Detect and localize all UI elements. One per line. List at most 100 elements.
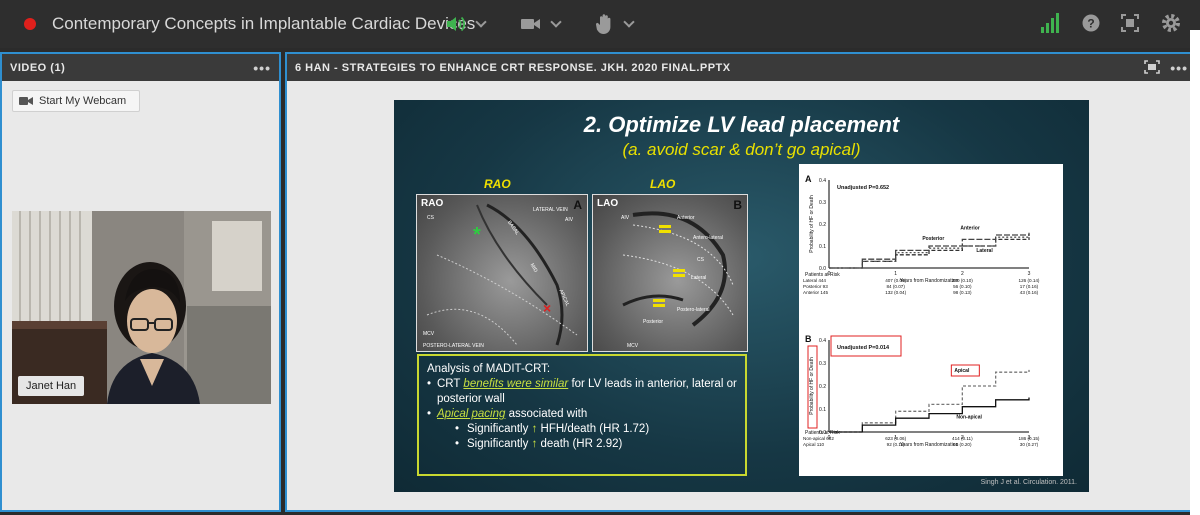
risk-table-row-label: Anterior 145 bbox=[803, 290, 828, 295]
camera-control[interactable] bbox=[520, 12, 562, 36]
slide-title: 2. Optimize LV lead placement bbox=[583, 112, 900, 137]
analysis-sub-bullet-2: Significantly ↑ death (HR 2.92) bbox=[427, 437, 737, 452]
chart-x-axis-label: Years from Randomization bbox=[900, 278, 959, 284]
video-pod-header: VIDEO (1) ••• bbox=[2, 54, 279, 81]
analysis-text: Significantly bbox=[467, 438, 532, 450]
xray-panel-rao: * × RAO A CS BASAL LATERAL VEIN AIV MID … bbox=[416, 194, 588, 352]
speaker-icon bbox=[447, 16, 466, 32]
top-bar: Contemporary Concepts in Implantable Car… bbox=[0, 0, 1200, 48]
chart-series-label: Lateral bbox=[976, 248, 993, 254]
chart-series-line bbox=[829, 397, 1030, 433]
chart-y-tick-label: 0.2 bbox=[819, 222, 826, 228]
audio-control[interactable] bbox=[445, 12, 487, 36]
xray-rao-label: AIV bbox=[565, 217, 574, 223]
risk-table-cell: 17 (0.16) bbox=[1020, 284, 1039, 289]
risk-table-cell: 84 (0.07) bbox=[886, 284, 905, 289]
settings-gear-icon[interactable] bbox=[1161, 13, 1181, 33]
lao-heading: LAO bbox=[650, 177, 676, 191]
chart-x-tick-label: 2 bbox=[961, 271, 964, 277]
chart-y-axis-label: Probability of HF or Death bbox=[809, 357, 815, 415]
risk-table-cell: 186 (0.15) bbox=[1019, 436, 1040, 441]
chevron-down-icon bbox=[550, 16, 562, 28]
analysis-bullet-1: CRT benefits were similar for LV leads i… bbox=[427, 377, 737, 407]
chevron-down-icon bbox=[475, 16, 487, 28]
chart-series-line bbox=[829, 369, 1030, 433]
risk-table-row-label: Lateral 444 bbox=[803, 278, 826, 283]
help-icon[interactable]: ? bbox=[1082, 14, 1100, 32]
meeting-title: Contemporary Concepts in Implantable Car… bbox=[52, 14, 476, 33]
xray-rao-image: * × bbox=[426, 203, 578, 346]
webcam-icon bbox=[19, 97, 33, 105]
fullscreen-icon[interactable] bbox=[1121, 14, 1139, 32]
analysis-text: associated with bbox=[505, 408, 588, 420]
xray-panel-a-letter: A bbox=[573, 198, 582, 212]
risk-table-cell: 260 (0.10) bbox=[952, 278, 973, 283]
participant-video: Janet Han bbox=[12, 211, 271, 404]
risk-table-cell: 92 (0.11) bbox=[887, 442, 906, 447]
risk-table-cell: 132 (0.04) bbox=[885, 290, 906, 295]
share-pod-menu-button[interactable]: ••• bbox=[1170, 60, 1188, 76]
risk-table-row-label: Posterior 93 bbox=[803, 284, 828, 289]
connection-strength-icon bbox=[1041, 13, 1059, 33]
risk-table-row-label: Non-apical 682 bbox=[803, 436, 834, 441]
chart-y-tick-label: 0.4 bbox=[819, 178, 826, 184]
xray-rao-tag: RAO bbox=[421, 198, 444, 209]
kaplan-meier-figure: A 0.0 0.1 0.2 0.3 0.4 0 1 2 3 Years from Randomiza… bbox=[799, 164, 1063, 476]
chart-annotation: Unadjusted P=0.014 bbox=[837, 345, 890, 351]
chart-annotation: Unadjusted P=0.652 bbox=[837, 185, 889, 191]
svg-text:×: × bbox=[543, 300, 551, 316]
slide-citation: Singh J et al. Circulation. 2011. bbox=[980, 479, 1077, 486]
risk-table-cell: 30 (0.27) bbox=[1020, 442, 1039, 447]
recording-indicator-icon bbox=[24, 18, 36, 30]
analysis-highlight: benefits were similar bbox=[463, 378, 569, 390]
xray-rao-label: POSTERO-LATERAL VEIN bbox=[423, 343, 484, 349]
fit-width-icon[interactable] bbox=[1144, 60, 1160, 74]
chart-series-label: Apical bbox=[954, 368, 970, 374]
video-pod: VIDEO (1) ••• Start My Webcam Janet Han bbox=[0, 52, 281, 512]
xray-lao-label: Postero-lateral bbox=[677, 307, 710, 313]
risk-table-cell: 414 (0.11) bbox=[952, 436, 973, 441]
camera-icon bbox=[521, 19, 540, 29]
chart-x-tick-label: 1 bbox=[894, 271, 897, 277]
chart-y-axis-label: Probability of HF or Death bbox=[809, 195, 815, 253]
xray-lao-label: Antero-lateral bbox=[693, 235, 724, 241]
kaplan-meier-chart: A0.00.10.20.30.40 1 2 3Years from Randomiza… bbox=[803, 174, 1040, 448]
chart-y-tick-label: 0.1 bbox=[819, 407, 826, 413]
analysis-sub-bullet-1: Significantly ↑ HFH/death (HR 1.72) bbox=[427, 422, 737, 437]
analysis-heading: Analysis of MADIT-CRT: bbox=[427, 363, 551, 375]
risk-table-cell: 98 (0.13) bbox=[953, 290, 972, 295]
risk-table-cell: 43 (0.16) bbox=[1020, 290, 1039, 295]
chart-x-axis-label: Years from Randomization bbox=[900, 442, 959, 448]
risk-table-cell: 61 (0.20) bbox=[953, 442, 972, 447]
video-pod-menu-button[interactable]: ••• bbox=[253, 60, 271, 76]
svg-text:?: ? bbox=[1087, 17, 1094, 31]
chart-y-tick-label: 0.2 bbox=[819, 384, 826, 390]
risk-table-cell: 407 (0.06) bbox=[885, 278, 906, 283]
xray-lao-tag: LAO bbox=[597, 198, 619, 209]
raise-hand-control[interactable] bbox=[595, 12, 635, 36]
svg-text:*: * bbox=[473, 224, 481, 246]
chart-y-tick-label: 0.3 bbox=[819, 200, 826, 206]
rao-heading: RAO bbox=[484, 177, 511, 191]
xray-lao-label: AIV bbox=[621, 215, 630, 221]
chart-y-tick-label: 0.1 bbox=[819, 244, 826, 250]
xray-rao-label: LATERAL VEIN bbox=[533, 207, 568, 213]
start-webcam-button[interactable]: Start My Webcam bbox=[12, 90, 140, 112]
risk-table-cell: 56 (0.10) bbox=[953, 284, 972, 289]
xray-lao-label: Lateral bbox=[691, 275, 707, 281]
risk-table-row-label: Apical 110 bbox=[803, 442, 825, 447]
risk-table-cell: 623 (0.06) bbox=[885, 436, 906, 441]
presentation-slide: 2. Optimize LV lead placement (a. avoid … bbox=[394, 100, 1089, 492]
chart-y-tick-label: 0.4 bbox=[819, 338, 826, 344]
risk-table-cell: 126 (0.14) bbox=[1019, 278, 1040, 283]
chart-x-tick-label: 3 bbox=[1028, 271, 1031, 277]
chart-panel-letter: A bbox=[805, 174, 812, 184]
chart-series-label: Posterior bbox=[922, 236, 944, 242]
video-pod-title: VIDEO (1) bbox=[10, 61, 66, 74]
xray-panel-lao: LAO B AIV Anterior Antero-lateral CS Lat… bbox=[592, 194, 748, 352]
chart-series-label: Anterior bbox=[960, 225, 980, 231]
analysis-box: Analysis of MADIT-CRT: CRT benefits were… bbox=[417, 354, 747, 476]
xray-lao-image bbox=[622, 211, 734, 327]
xray-lao-label: MCV bbox=[627, 343, 639, 349]
raise-hand-icon bbox=[595, 14, 611, 34]
